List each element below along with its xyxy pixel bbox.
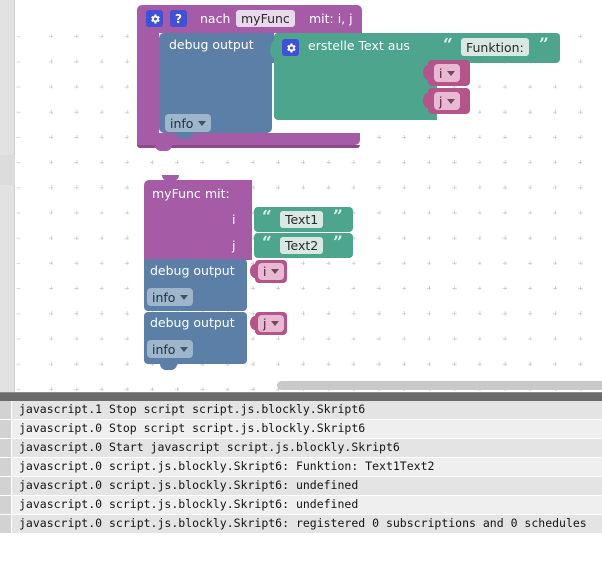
string-value-text2-text: Text2 [285, 238, 319, 253]
log-row-gutter [0, 515, 12, 533]
variable-dropdown-j-call[interactable]: j [434, 92, 461, 110]
call-block-args-label: mit: i, j [309, 11, 353, 26]
chevron-down-icon [447, 70, 456, 76]
debug-output-label-call: debug output [169, 37, 254, 52]
log-row-gutter [0, 439, 12, 457]
horizontal-scrollbar-track[interactable] [15, 381, 602, 390]
log-message: javascript.0 Start javascript script.js.… [19, 440, 400, 455]
log-message: javascript.0 Stop script script.js.block… [19, 421, 366, 436]
quote-open-text1: “ [262, 207, 272, 227]
log-row-gutter [0, 420, 12, 438]
debug-severity-dropdown-call[interactable]: info [165, 114, 212, 132]
gear-icon[interactable] [146, 10, 163, 27]
chevron-down-icon [198, 120, 207, 126]
question-mark-glyph: ? [175, 11, 182, 26]
quote-close-text1: ” [333, 207, 343, 227]
quote-close-funktion: ” [539, 35, 549, 55]
variable-name-j-stmt: j [263, 316, 267, 331]
horizontal-scrollbar-thumb[interactable] [277, 381, 602, 390]
log-row-gutter [0, 401, 12, 419]
log-row-gutter [0, 477, 12, 495]
chevron-down-icon [180, 346, 189, 352]
string-value-funktion-text: Funktion: [466, 39, 524, 55]
quote-open-text2: “ [262, 233, 272, 253]
string-value-text1-text: Text1 [285, 212, 319, 227]
blockly-workspace[interactable]: ? nach myFunc mit: i, j debug output inf… [0, 0, 602, 392]
create-text-label: erstelle Text aus [308, 38, 410, 53]
panel-divider[interactable] [0, 392, 602, 401]
chevron-down-icon [447, 98, 456, 104]
chevron-down-icon [271, 269, 280, 274]
log-row[interactable]: javascript.1 Stop script script.js.block… [0, 401, 602, 420]
log-message: javascript.0 script.js.blockly.Skript6: … [19, 516, 587, 531]
log-row-gutter [0, 496, 12, 514]
log-row[interactable]: javascript.0 script.js.blockly.Skript6: … [0, 477, 602, 496]
call-block-prefix-label: nach [200, 11, 231, 26]
log-row[interactable]: javascript.0 script.js.blockly.Skript6: … [0, 458, 602, 477]
definition-param-label-j: j [232, 238, 236, 253]
workspace-left-gutter [0, 0, 15, 392]
call-block-function-name[interactable]: myFunc [236, 10, 295, 27]
log-message: javascript.0 script.js.blockly.Skript6: … [19, 459, 435, 474]
debug-severity-value-2: info [152, 341, 176, 357]
call-block-function-name-text: myFunc [241, 11, 290, 26]
string-value-text1[interactable]: Text1 [280, 211, 324, 228]
variable-dropdown-i-call[interactable]: i [434, 64, 461, 82]
variable-dropdown-j-stmt[interactable]: j [258, 315, 285, 332]
variable-block-i-plug [423, 65, 433, 80]
quote-open-funktion: “ [443, 35, 453, 55]
debug-output-label-2: debug output [150, 315, 235, 330]
quote-close-text2: ” [333, 233, 343, 253]
chevron-down-icon [271, 321, 280, 326]
log-message: javascript.0 script.js.blockly.Skript6: … [19, 497, 359, 512]
definition-function-name: myFunc [152, 186, 201, 201]
log-row[interactable]: javascript.0 script.js.blockly.Skript6: … [0, 496, 602, 515]
log-row[interactable]: javascript.0 script.js.blockly.Skript6: … [0, 515, 602, 534]
create-text-gear-icon[interactable] [282, 39, 299, 56]
variable-name-i-call: i [439, 65, 443, 81]
log-message: javascript.0 script.js.blockly.Skript6: … [19, 478, 359, 493]
debug-severity-value-call: info [170, 115, 194, 131]
log-row[interactable]: javascript.0 Start javascript script.js.… [0, 439, 602, 458]
workspace-gutter-band [0, 155, 15, 185]
log-message: javascript.1 Stop script script.js.block… [19, 402, 366, 417]
call-block-footer[interactable] [137, 133, 360, 145]
string-value-text2[interactable]: Text2 [280, 237, 324, 254]
variable-block-j-plug [423, 93, 433, 108]
variable-name-i-stmt: i [263, 264, 267, 279]
question-mark-icon[interactable]: ? [170, 10, 187, 27]
debug-severity-dropdown-2[interactable]: info [147, 340, 194, 358]
log-row-gutter [0, 458, 12, 476]
call-block-body[interactable] [137, 33, 159, 145]
variable-name-j-call: j [439, 93, 443, 109]
string-value-funktion[interactable]: Funktion: [461, 38, 529, 56]
debug-severity-value-1: info [152, 289, 176, 305]
log-row[interactable]: javascript.0 Stop script script.js.block… [0, 420, 602, 439]
chevron-down-icon [180, 294, 189, 300]
debug-output-label-1: debug output [150, 263, 235, 278]
definition-with-label: mit: [205, 186, 230, 201]
variable-dropdown-i-stmt[interactable]: i [258, 263, 285, 280]
debug-severity-dropdown-1[interactable]: info [147, 288, 194, 306]
log-console[interactable]: javascript.1 Stop script script.js.block… [0, 401, 602, 562]
definition-param-label-i: i [232, 212, 236, 227]
